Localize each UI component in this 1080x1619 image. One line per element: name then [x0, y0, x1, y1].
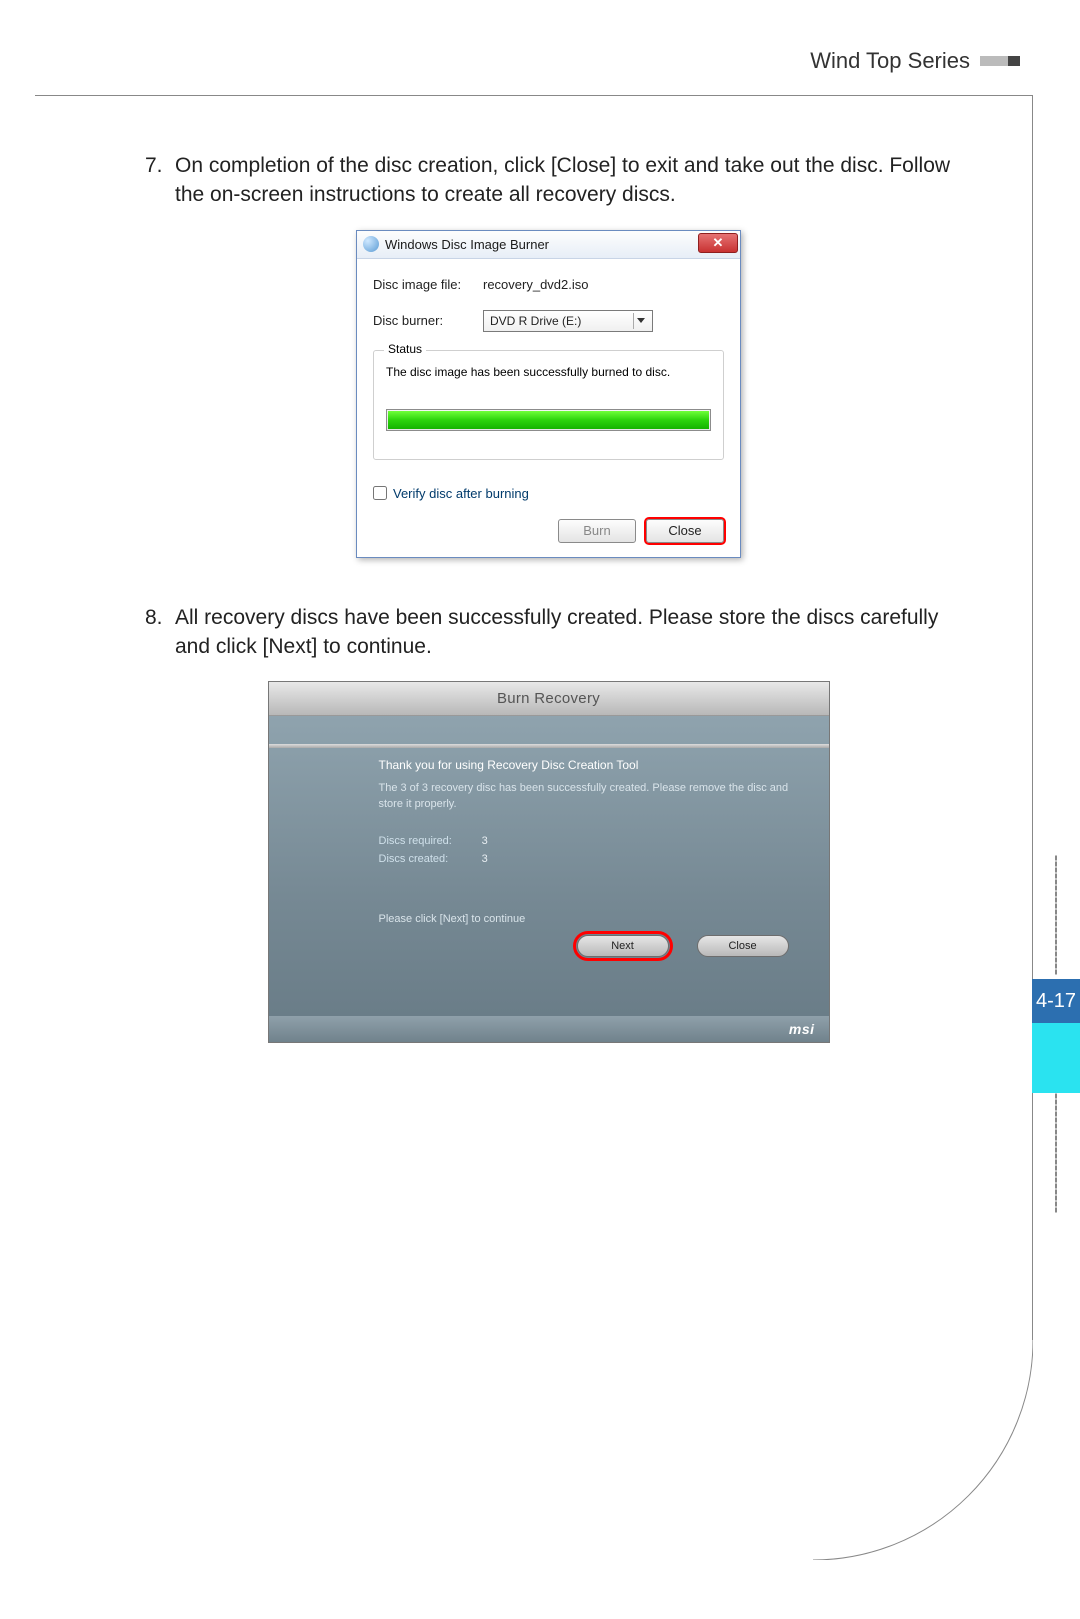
step-8-number: 8.	[145, 603, 175, 662]
dialog-body: Disc image file: recovery_dvd2.iso Disc …	[357, 259, 740, 557]
corner-curve-icon	[813, 1340, 1033, 1560]
step-8: 8. All recovery discs have been successf…	[145, 603, 952, 662]
msi-brand: msi	[789, 1021, 815, 1037]
msi-separator	[269, 744, 829, 748]
next-button-label: Next	[611, 940, 634, 952]
step-7-number: 7.	[145, 151, 175, 210]
burn-button[interactable]: Burn	[558, 519, 636, 543]
windows-disc-burner-dialog: Windows Disc Image Burner ✕ Disc image f…	[356, 230, 741, 558]
msi-hint: Please click [Next] to continue	[379, 913, 799, 925]
close-button[interactable]: Close	[646, 519, 724, 543]
burner-dropdown[interactable]: DVD R Drive (E:)	[483, 310, 653, 332]
msi-close-button-label: Close	[728, 940, 756, 952]
msi-heading: Thank you for using Recovery Disc Creati…	[379, 758, 799, 772]
page-corner	[813, 1340, 1033, 1560]
msi-button-row: Next Close	[379, 925, 799, 963]
file-label: Disc image file:	[373, 277, 483, 292]
burner-row: Disc burner: DVD R Drive (E:)	[373, 310, 724, 332]
disc-icon	[363, 236, 379, 252]
verify-checkbox-row[interactable]: Verify disc after burning	[373, 486, 724, 501]
step-7-text: On completion of the disc creation, clic…	[175, 151, 952, 210]
close-button-label: Close	[668, 523, 701, 538]
msi-title: Burn Recovery	[269, 682, 829, 716]
status-text: The disc image has been successfully bur…	[386, 365, 711, 379]
discs-created-label: Discs created:	[379, 853, 479, 865]
msi-footer: msi	[269, 1016, 829, 1042]
page-number: 4-17	[1036, 990, 1076, 1013]
msi-stats: Discs required: 3 Discs created: 3	[379, 835, 799, 865]
discs-created-row: Discs created: 3	[379, 853, 799, 865]
chevron-down-icon	[633, 313, 648, 329]
progress-bar	[386, 409, 711, 431]
file-row: Disc image file: recovery_dvd2.iso	[373, 277, 724, 292]
figure-8-wrap: Burn Recovery Thank you for using Recove…	[145, 682, 952, 1042]
verify-checkbox[interactable]	[373, 486, 387, 500]
content-frame: 7. On completion of the disc creation, c…	[35, 95, 1033, 1559]
header-title: Wind Top Series	[810, 48, 970, 74]
dotted-line-top	[1055, 855, 1057, 975]
close-icon: ✕	[713, 235, 724, 251]
page-header: Wind Top Series	[810, 48, 1020, 74]
dialog-titlebar: Windows Disc Image Burner ✕	[357, 231, 740, 259]
verify-label: Verify disc after burning	[393, 486, 529, 501]
progress-fill	[388, 411, 709, 429]
discs-required-label: Discs required:	[379, 835, 479, 847]
page-number-tab: 4-17	[1032, 979, 1080, 1023]
step-7: 7. On completion of the disc creation, c…	[145, 151, 952, 210]
next-button[interactable]: Next	[577, 935, 669, 957]
msi-close-button[interactable]: Close	[697, 935, 789, 957]
side-tab: 4-17	[1032, 855, 1080, 1217]
burner-label: Disc burner:	[373, 313, 483, 328]
dialog-title: Windows Disc Image Burner	[385, 237, 549, 252]
discs-required-row: Discs required: 3	[379, 835, 799, 847]
status-fieldset: Status The disc image has been successfu…	[373, 350, 724, 460]
burn-recovery-dialog: Burn Recovery Thank you for using Recove…	[269, 682, 829, 1042]
header-accent-bar	[980, 56, 1020, 66]
file-value: recovery_dvd2.iso	[483, 277, 589, 292]
discs-created-value: 3	[482, 853, 488, 865]
msi-body: Thank you for using Recovery Disc Creati…	[269, 716, 829, 1016]
titlebar-close-button[interactable]: ✕	[698, 233, 738, 253]
discs-required-value: 3	[482, 835, 488, 847]
burner-selected: DVD R Drive (E:)	[490, 314, 581, 328]
figure-7-wrap: Windows Disc Image Burner ✕ Disc image f…	[145, 230, 952, 558]
step-8-text: All recovery discs have been successfull…	[175, 603, 952, 662]
msi-message: The 3 of 3 recovery disc has been succes…	[379, 780, 799, 813]
status-legend: Status	[384, 342, 426, 356]
burn-button-label: Burn	[583, 523, 610, 538]
dotted-line-bottom	[1055, 1093, 1057, 1213]
dialog-button-row: Burn Close	[373, 519, 724, 543]
accent-tab	[1032, 1023, 1080, 1093]
